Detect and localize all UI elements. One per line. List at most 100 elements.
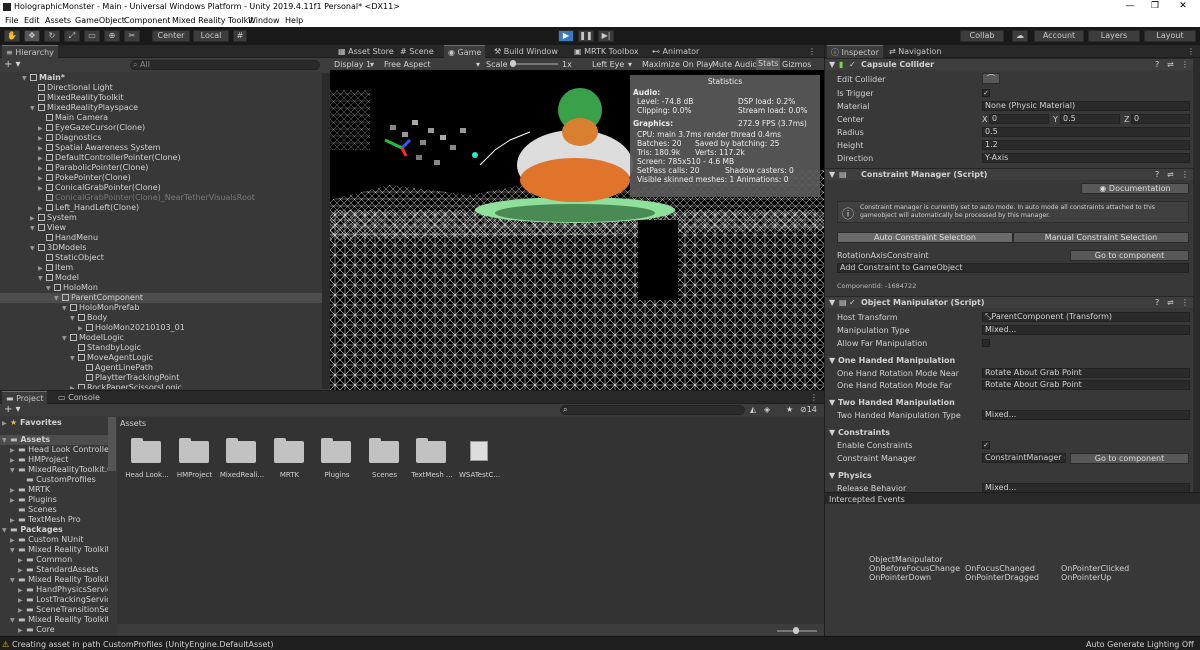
project-tree-item[interactable]: ▶ ▬ Common — [0, 555, 108, 565]
component-enabled-check[interactable]: ✓ — [849, 59, 856, 70]
close-button[interactable]: ✕ — [1168, 1, 1198, 11]
menu-help[interactable]: Help — [285, 16, 303, 25]
component-enabled-check[interactable]: ✓ — [849, 297, 856, 308]
presets-icon[interactable]: ⇌ — [1167, 59, 1174, 70]
hierarchy-item[interactable]: ▶ Left_HandLeft(Clone) — [0, 203, 322, 213]
hierarchy-item[interactable]: StaticObject — [0, 253, 322, 263]
om-go-to-component-button[interactable]: Go to component — [1070, 453, 1189, 464]
hierarchy-item[interactable]: ▶ Diagnostics — [0, 133, 322, 143]
project-tree-item[interactable]: ▶ ▬ TextMesh Pro — [0, 515, 108, 525]
presets-icon[interactable]: ⇌ — [1167, 169, 1174, 180]
hierarchy-item[interactable]: HandMenu — [0, 233, 322, 243]
create-plus-icon[interactable]: + ▾ — [4, 404, 21, 415]
step-button[interactable]: ▶| — [598, 30, 614, 42]
hierarchy-item[interactable]: ▶ System — [0, 213, 322, 223]
asset-item[interactable]: TextMesh ... — [410, 437, 454, 493]
hierarchy-item[interactable]: ▼ Model — [0, 273, 322, 283]
physics-section[interactable]: ▼ Physics — [829, 471, 872, 480]
hierarchy-item[interactable]: ▼ Body — [0, 313, 322, 323]
one-hand-far-dropdown[interactable]: Rotate About Grab Point — [982, 380, 1190, 390]
hierarchy-item[interactable]: ▼ ParentComponent — [0, 293, 322, 303]
cm-go-to-component-button[interactable]: Go to component — [1070, 250, 1189, 261]
tab-scene[interactable]: # Scene — [396, 45, 438, 58]
asset-item[interactable]: MRTK — [268, 437, 312, 493]
account-dropdown[interactable]: Account — [1034, 30, 1084, 42]
auto-lighting-status[interactable]: Auto Generate Lighting Off — [1086, 640, 1194, 649]
two-hand-type-dropdown[interactable]: Mixed... — [982, 410, 1190, 420]
direction-dropdown[interactable]: Y-Axis — [982, 153, 1190, 163]
project-tree-item[interactable]: ▬ CustomProfiles — [0, 475, 108, 485]
add-constraint-dropdown[interactable]: Add Constraint to GameObject — [837, 263, 1189, 273]
scale-slider-handle[interactable] — [510, 60, 516, 67]
menu-window[interactable]: Window — [248, 16, 280, 25]
aspect-dropdown[interactable]: Free Aspect — [384, 60, 431, 69]
hierarchy-item[interactable]: StandbyLogic — [0, 343, 322, 353]
collab-dropdown[interactable]: Collab — [960, 30, 1004, 42]
scale-slider[interactable] — [510, 63, 558, 65]
filter-label-icon[interactable]: ◈ — [764, 405, 770, 414]
grid-snap-icon[interactable]: # — [233, 30, 247, 42]
project-menu-icon[interactable]: ⋮ — [810, 393, 818, 402]
project-tree-item[interactable]: ▼ ▬ Packages — [0, 525, 108, 535]
hierarchy-search-input[interactable]: ⌕ All — [130, 60, 320, 70]
maximize-on-play-toggle[interactable]: Maximize On Play — [642, 60, 713, 69]
hierarchy-item[interactable]: Main Camera — [0, 113, 322, 123]
project-tree-item[interactable]: ▶ ▬ Core — [0, 625, 108, 635]
layout-dropdown[interactable]: Layout — [1144, 30, 1196, 42]
pivot-center-button[interactable]: Center — [152, 30, 190, 42]
tab-animator[interactable]: ⊷ Animator — [648, 45, 703, 58]
component-menu-icon[interactable]: ⋮ — [1181, 297, 1189, 308]
collapse-arrow-icon[interactable]: ▼ — [829, 169, 835, 180]
component-menu-icon[interactable]: ⋮ — [1181, 169, 1189, 180]
icon-size-slider-handle[interactable] — [793, 627, 799, 634]
hierarchy-item[interactable]: PlaytterTrackingPoint — [0, 373, 322, 383]
project-tree-item[interactable]: ▼ ▬ Mixed Reality Toolkit F — [0, 615, 108, 625]
menu-component[interactable]: Component — [124, 16, 170, 25]
foldout-arrow-icon[interactable]: ▶ — [18, 626, 26, 636]
custom-tool-icon[interactable]: ✂ — [124, 30, 140, 42]
constraint-manager-header[interactable]: ▼ ▤ Constraint Manager (Script) ? ⇌ ⋮ — [825, 168, 1193, 180]
hand-tool-icon[interactable]: ✋ — [4, 30, 20, 42]
tab-project[interactable]: ▬ Project — [2, 391, 48, 404]
one-handed-section[interactable]: ▼ One Handed Manipulation — [829, 356, 955, 365]
project-tree-item[interactable]: ▼ ▬ MixedRealityToolkit.G — [0, 465, 108, 475]
inspector-scrollbar[interactable] — [1193, 58, 1200, 498]
rect-tool-icon[interactable]: ▭ — [84, 30, 100, 42]
project-tree-item[interactable]: ▶ ▬ MRTK — [0, 485, 108, 495]
hierarchy-item[interactable]: ▼ HoloMon — [0, 283, 322, 293]
allow-far-checkbox[interactable] — [982, 339, 990, 347]
project-tree-item[interactable]: ▶ ▬ Plugins — [0, 495, 108, 505]
move-tool-icon[interactable]: ✥ — [24, 30, 40, 42]
height-field[interactable]: 1.2 — [982, 140, 1190, 150]
enable-constraints-checkbox[interactable]: ✓ — [982, 441, 990, 449]
hierarchy-item[interactable]: ▶ ConicalGrabPointer(Clone) — [0, 183, 322, 193]
layers-dropdown[interactable]: Layers — [1088, 30, 1140, 42]
collapse-arrow-icon[interactable]: ▼ — [829, 297, 835, 308]
two-handed-section[interactable]: ▼ Two Handed Manipulation — [829, 398, 955, 407]
hierarchy-item[interactable]: ▶ ParabolicPointer(Clone) — [0, 163, 322, 173]
eye-dropdown[interactable]: Left Eye — [592, 60, 624, 69]
project-tree-item[interactable]: ▼▬ Mixed Reality Toolkit E — [0, 575, 108, 585]
menu-gameobject[interactable]: GameObject — [75, 16, 125, 25]
hierarchy-item[interactable]: ▼ 3DModels — [0, 243, 322, 253]
stats-toggle[interactable]: Stats — [756, 58, 781, 70]
project-tree-item[interactable]: ▼▬ Mixed Reality Toolkit E — [0, 545, 108, 555]
tab-navigation[interactable]: ⇄ Navigation — [885, 45, 945, 58]
tab-asset-store[interactable]: ▦ Asset Store — [334, 45, 398, 58]
maximize-button[interactable]: ❐ — [1140, 1, 1170, 11]
capsule-collider-header[interactable]: ▼ ▮ ✓ Capsule Collider ? ⇌ ⋮ — [825, 58, 1193, 70]
asset-item[interactable]: WSATestC... — [458, 437, 502, 493]
presets-icon[interactable]: ⇌ — [1167, 297, 1174, 308]
collapse-arrow-icon[interactable]: ▼ — [829, 59, 835, 70]
project-tree-item[interactable]: ▶ ▬ HandPhysicsServic — [0, 585, 108, 595]
one-hand-near-dropdown[interactable]: Rotate About Grab Point — [982, 368, 1190, 378]
favorites-item[interactable]: ▶ ★ Favorites — [2, 418, 62, 428]
tab-game[interactable]: ◉ Game — [444, 45, 486, 58]
hierarchy-item[interactable]: ▶ RockPaperScissorsLogic — [0, 383, 322, 389]
play-button[interactable]: ▶ — [558, 30, 574, 42]
center-x-field[interactable]: 0 — [989, 114, 1049, 124]
asset-item[interactable]: Head Look... — [125, 437, 169, 493]
tab-inspector[interactable]: ⓘ Inspector — [827, 45, 883, 58]
hierarchy-item[interactable]: ▶ PokePointer(Clone) — [0, 173, 322, 183]
hierarchy-item[interactable]: ▶ Item — [0, 263, 322, 273]
